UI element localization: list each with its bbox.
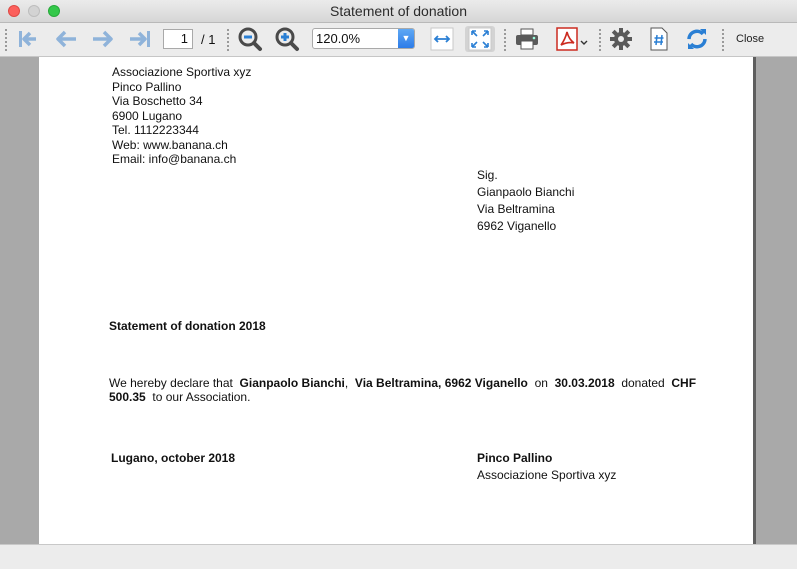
document-viewer[interactable]: Associazione Sportiva xyz Pinco Pallino … <box>0 57 797 544</box>
zoom-in-icon <box>275 27 299 51</box>
last-page-button[interactable] <box>126 26 154 52</box>
status-bar <box>0 544 797 569</box>
sender-email: Email: info@banana.ch <box>112 152 237 166</box>
sender-web: Web: www.banana.ch <box>112 137 228 152</box>
export-pdf-button[interactable] <box>554 26 590 52</box>
toolbar: 1 / 1 120.0% ▼ Close <box>0 23 797 57</box>
previous-page-icon <box>56 30 76 48</box>
page-number-icon <box>650 27 668 51</box>
window-title: Statement of donation <box>330 3 467 19</box>
refresh-icon <box>687 29 707 49</box>
zoom-out-button[interactable] <box>236 26 264 52</box>
zoom-out-icon <box>238 27 262 51</box>
signatory-name: Pinco Pallino <box>477 451 553 465</box>
fit-width-icon <box>430 27 454 51</box>
page-shadow <box>753 57 756 544</box>
body-donated: donated <box>621 376 665 390</box>
statement-heading: Statement of donation 2018 <box>109 319 266 333</box>
toolbar-grip <box>227 29 232 51</box>
fit-page-icon <box>468 27 492 51</box>
toolbar-grip <box>504 29 509 51</box>
chevron-down-icon: ▼ <box>398 29 414 48</box>
body-donor: Gianpaolo Bianchi <box>239 376 345 390</box>
next-page-icon <box>93 30 113 48</box>
first-page-icon <box>19 31 36 47</box>
statement-body-line1: We hereby declare that Gianpaolo Bianchi… <box>109 376 696 391</box>
first-page-button[interactable] <box>15 26 43 52</box>
fit-page-button[interactable] <box>465 26 495 52</box>
toolbar-grip <box>722 29 727 51</box>
body-amount: 500.35 <box>109 390 146 404</box>
zoom-in-button[interactable] <box>273 26 301 52</box>
recipient-city: 6962 Viganello <box>477 219 557 233</box>
title-bar: Statement of donation <box>0 0 797 23</box>
signatory-org: Associazione Sportiva xyz <box>477 468 617 482</box>
zoom-select[interactable]: 120.0% ▼ <box>312 28 415 49</box>
body-date: 30.03.2018 <box>554 376 615 390</box>
recipient-name: Gianpaolo Bianchi <box>477 185 575 199</box>
sender-city: 6900 Lugano <box>112 108 183 123</box>
body-address: Via Beltramina, 6962 Viganello <box>354 376 528 390</box>
settings-button[interactable] <box>607 26 635 52</box>
pdf-icon <box>556 27 588 51</box>
last-page-icon <box>130 31 150 47</box>
page-number-button[interactable] <box>645 26 673 52</box>
document-page: Associazione Sportiva xyz Pinco Pallino … <box>39 57 753 544</box>
settings-icon <box>610 28 632 50</box>
close-button[interactable]: Close <box>736 33 764 45</box>
sender-street: Via Boschetto 34 <box>112 94 203 108</box>
zoom-value: 120.0% <box>316 31 361 46</box>
print-button[interactable] <box>513 26 541 52</box>
body-intro: We hereby declare that <box>109 376 233 390</box>
sender-person: Pinco Pallino <box>112 79 182 94</box>
sender-tel: Tel. 1112223344 <box>112 123 199 137</box>
place-date: Lugano, october 2018 <box>111 451 236 465</box>
next-page-button[interactable] <box>89 26 117 52</box>
toolbar-grip <box>5 29 10 51</box>
print-icon <box>516 28 538 50</box>
fit-width-button[interactable] <box>428 26 456 52</box>
sender-name: Associazione Sportiva xyz <box>112 65 252 79</box>
body-comma: , <box>344 376 349 390</box>
statement-body-line2: 500.35 to our Association. <box>109 390 250 405</box>
page-number-input[interactable]: 1 <box>163 29 193 49</box>
body-on: on <box>534 376 548 390</box>
body-closing: to our Association. <box>152 390 251 404</box>
previous-page-button[interactable] <box>52 26 80 52</box>
refresh-button[interactable] <box>682 26 712 52</box>
body-currency: CHF <box>671 376 697 390</box>
page-total-label: / 1 <box>201 32 216 47</box>
toolbar-grip <box>599 29 604 51</box>
recipient-salutation: Sig. <box>477 168 498 182</box>
recipient-street: Via Beltramina <box>477 202 555 216</box>
